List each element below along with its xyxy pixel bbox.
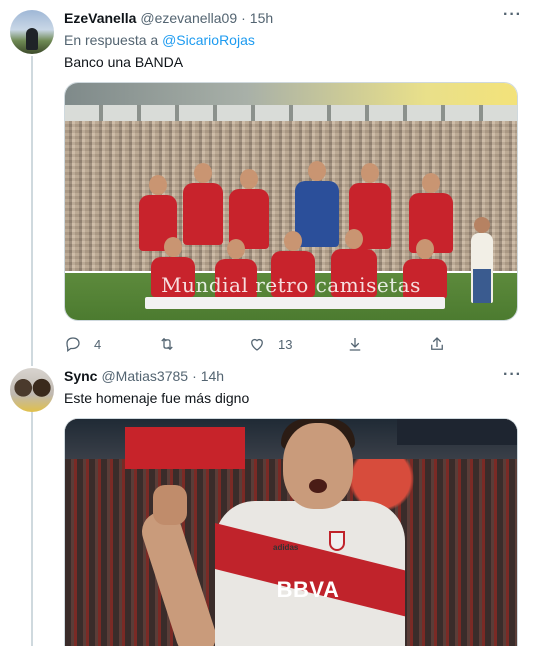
reply-icon [66, 337, 80, 353]
download-icon [349, 338, 361, 351]
author-handle[interactable]: @Matias3785 [101, 366, 188, 386]
tweet-text: Este homenaje fue más digno [64, 390, 250, 406]
like-icon [251, 338, 263, 351]
tweet-header: Sync @Matias3785 · 14h [64, 366, 520, 386]
like-button[interactable]: 13 [248, 335, 292, 353]
tweet-header: EzeVanella @ezevanella09 · 15h [64, 8, 520, 28]
reply-mention-link[interactable]: @SicarioRojas [162, 32, 255, 48]
avatar[interactable] [10, 368, 54, 412]
separator: · [192, 368, 197, 384]
author-handle[interactable]: @ezevanella09 [140, 8, 237, 28]
author-name[interactable]: EzeVanella [64, 8, 136, 28]
share-icon [431, 337, 443, 350]
share-button[interactable] [428, 335, 446, 353]
avatar[interactable] [10, 10, 54, 54]
reply-count: 4 [94, 336, 102, 352]
tweet-photo[interactable]: adidas BBVA [64, 418, 518, 646]
tweet-text: Banco una BANDA [64, 54, 184, 70]
timestamp[interactable]: 14h [201, 366, 224, 386]
jersey-sponsor-text: BBVA [276, 577, 340, 602]
author-name[interactable]: Sync [64, 366, 97, 386]
separator: · [241, 10, 246, 26]
tweet[interactable]: ··· Sync @Matias3785 · 14h Este homenaje… [0, 360, 536, 646]
reply-button[interactable]: 4 [64, 335, 101, 353]
like-count: 13 [278, 336, 293, 352]
tweet-photo[interactable]: Mundial retro camisetas [64, 82, 518, 321]
download-button[interactable] [346, 335, 364, 353]
timestamp[interactable]: 15h [250, 8, 273, 28]
reply-context: En respuesta a @SicarioRojas [64, 30, 520, 50]
media-watermark-text: Mundial retro camisetas [161, 273, 421, 297]
retweet-icon [161, 337, 173, 351]
retweet-button[interactable] [158, 335, 188, 353]
tweet-actions: 4 13 [64, 327, 520, 361]
tweet[interactable]: ··· EzeVanella @ezevanella09 · 15h En re… [0, 0, 536, 360]
reply-prefix: En respuesta a [64, 32, 159, 48]
